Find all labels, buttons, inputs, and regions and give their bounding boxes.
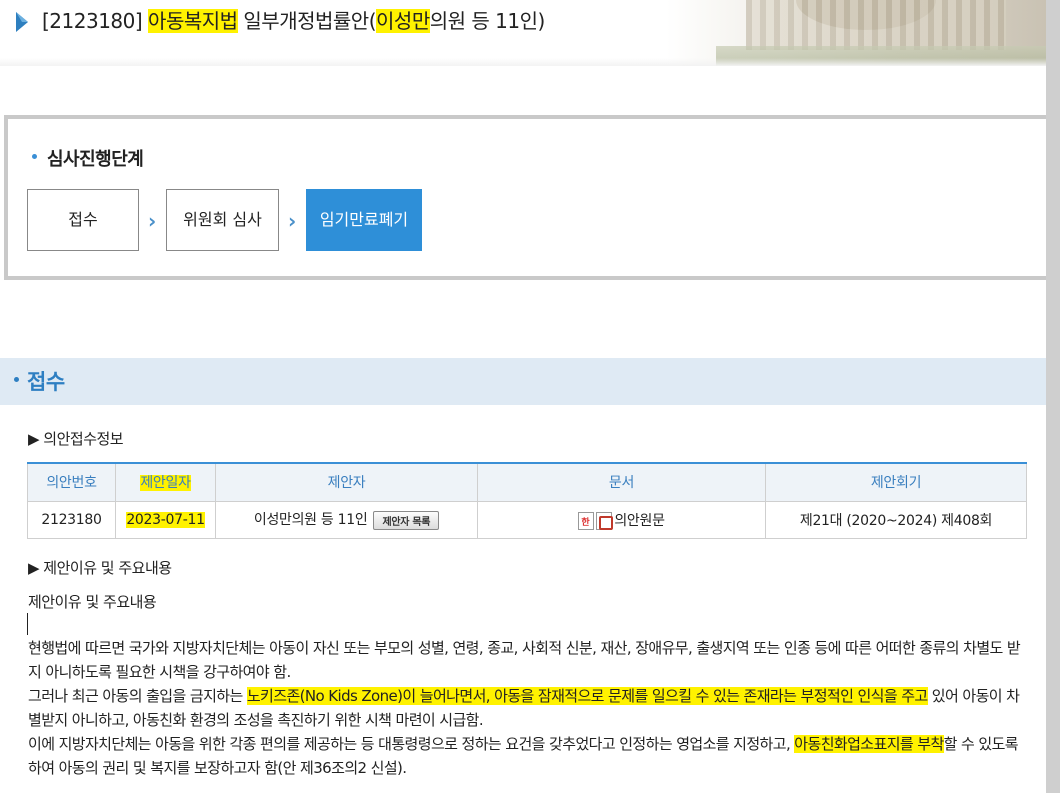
cell-document: 의안원문 xyxy=(477,500,766,539)
paragraph-1: 현행법에 따르면 국가와 지방자치단체는 아동이 자신 또는 부모의 성별, 연… xyxy=(28,639,1021,681)
stage-step-expired[interactable]: 임기만료폐기 xyxy=(306,189,422,251)
header: [2123180] 아동복지법 일부개정법률안(이성만의원 등 11인) xyxy=(0,0,1046,66)
title-end: 의원 등 11인) xyxy=(429,9,546,33)
stage-step-received[interactable]: 접수 xyxy=(27,189,139,251)
scrollbar[interactable] xyxy=(1046,0,1060,793)
paragraph-2: 그러나 최근 아동의 출입을 금지하는 노키즈존(No Kids Zone)이 … xyxy=(28,687,1020,729)
col-bill-no: 의안번호 xyxy=(27,462,116,501)
cell-bill-no: 2123180 xyxy=(27,500,116,539)
highlight-no-kids-zone: 노키즈존(No Kids Zone)이 늘어나면서, 아동을 잠재적으로 문제를… xyxy=(246,687,928,705)
info-heading: ▶ 의안접수정보 xyxy=(28,430,124,448)
pdf-file-icon[interactable] xyxy=(596,511,614,530)
reason-heading: ▶ 제안이유 및 주요내용 xyxy=(28,559,172,577)
title-bill-number: [2123180] xyxy=(42,9,143,33)
section-header-receipt: 접수 xyxy=(0,358,1046,405)
reason-content: 현행법에 따르면 국가와 지방자치단체는 아동이 자신 또는 부모의 성별, 연… xyxy=(28,636,1028,780)
table-header-row: 의안번호 제안일자 제안자 문서 제안회기 xyxy=(27,462,1027,501)
table-row: 2123180 2023-07-11 이성만의원 등 11인제안자 목록 의안원… xyxy=(27,500,1027,539)
stage-title: 심사진행단계 xyxy=(32,145,144,171)
section-title: 접수 xyxy=(14,366,65,396)
highlight-child-friendly-sign: 아동친화업소표지를 부착 xyxy=(794,735,944,753)
chevron-right-icon: › xyxy=(148,209,157,233)
bullet-icon xyxy=(32,153,37,159)
paragraph-3: 이에 지방자치단체는 아동을 위한 각종 편의를 제공하는 등 대통령령으로 정… xyxy=(28,735,1019,777)
page: [2123180] 아동복지법 일부개정법률안(이성만의원 등 11인) 심사진… xyxy=(0,0,1050,793)
col-date: 제안일자 xyxy=(115,462,216,501)
cell-proposer: 이성만의원 등 11인 제안자 목록 xyxy=(215,500,478,539)
reason-label: 제안이유 및 주요내용 xyxy=(28,593,157,611)
text-cursor xyxy=(27,613,28,635)
chevron-right-icon xyxy=(16,12,28,32)
hwp-file-icon[interactable] xyxy=(578,511,595,530)
col-session: 제안회기 xyxy=(765,462,1027,501)
col-proposer: 제안자 xyxy=(215,462,478,501)
bill-info-table: 의안번호 제안일자 제안자 문서 제안회기 2123180 2023-07-11… xyxy=(27,462,1027,539)
national-assembly-banner xyxy=(666,0,1046,66)
cell-date: 2023-07-11 xyxy=(115,500,216,539)
review-stage-box: 심사진행단계 접수 › 위원회 심사 › 임기만료폐기 xyxy=(4,115,1050,280)
page-title: [2123180] 아동복지법 일부개정법률안(이성만의원 등 11인) xyxy=(42,6,545,36)
stage-step-committee[interactable]: 위원회 심사 xyxy=(166,189,279,251)
document-link[interactable]: 의안원문 xyxy=(614,513,665,529)
bullet-icon xyxy=(14,376,19,382)
title-mid: 일부개정법률안( xyxy=(237,9,377,33)
chevron-right-icon: › xyxy=(288,209,297,233)
title-law-name: 아동복지법 xyxy=(148,9,238,33)
proposer-list-button[interactable]: 제안자 목록 xyxy=(373,510,440,530)
col-document: 문서 xyxy=(477,462,766,501)
cell-session: 제21대 (2020~2024) 제408회 xyxy=(765,500,1027,539)
title-proposer: 이성만 xyxy=(376,9,430,33)
